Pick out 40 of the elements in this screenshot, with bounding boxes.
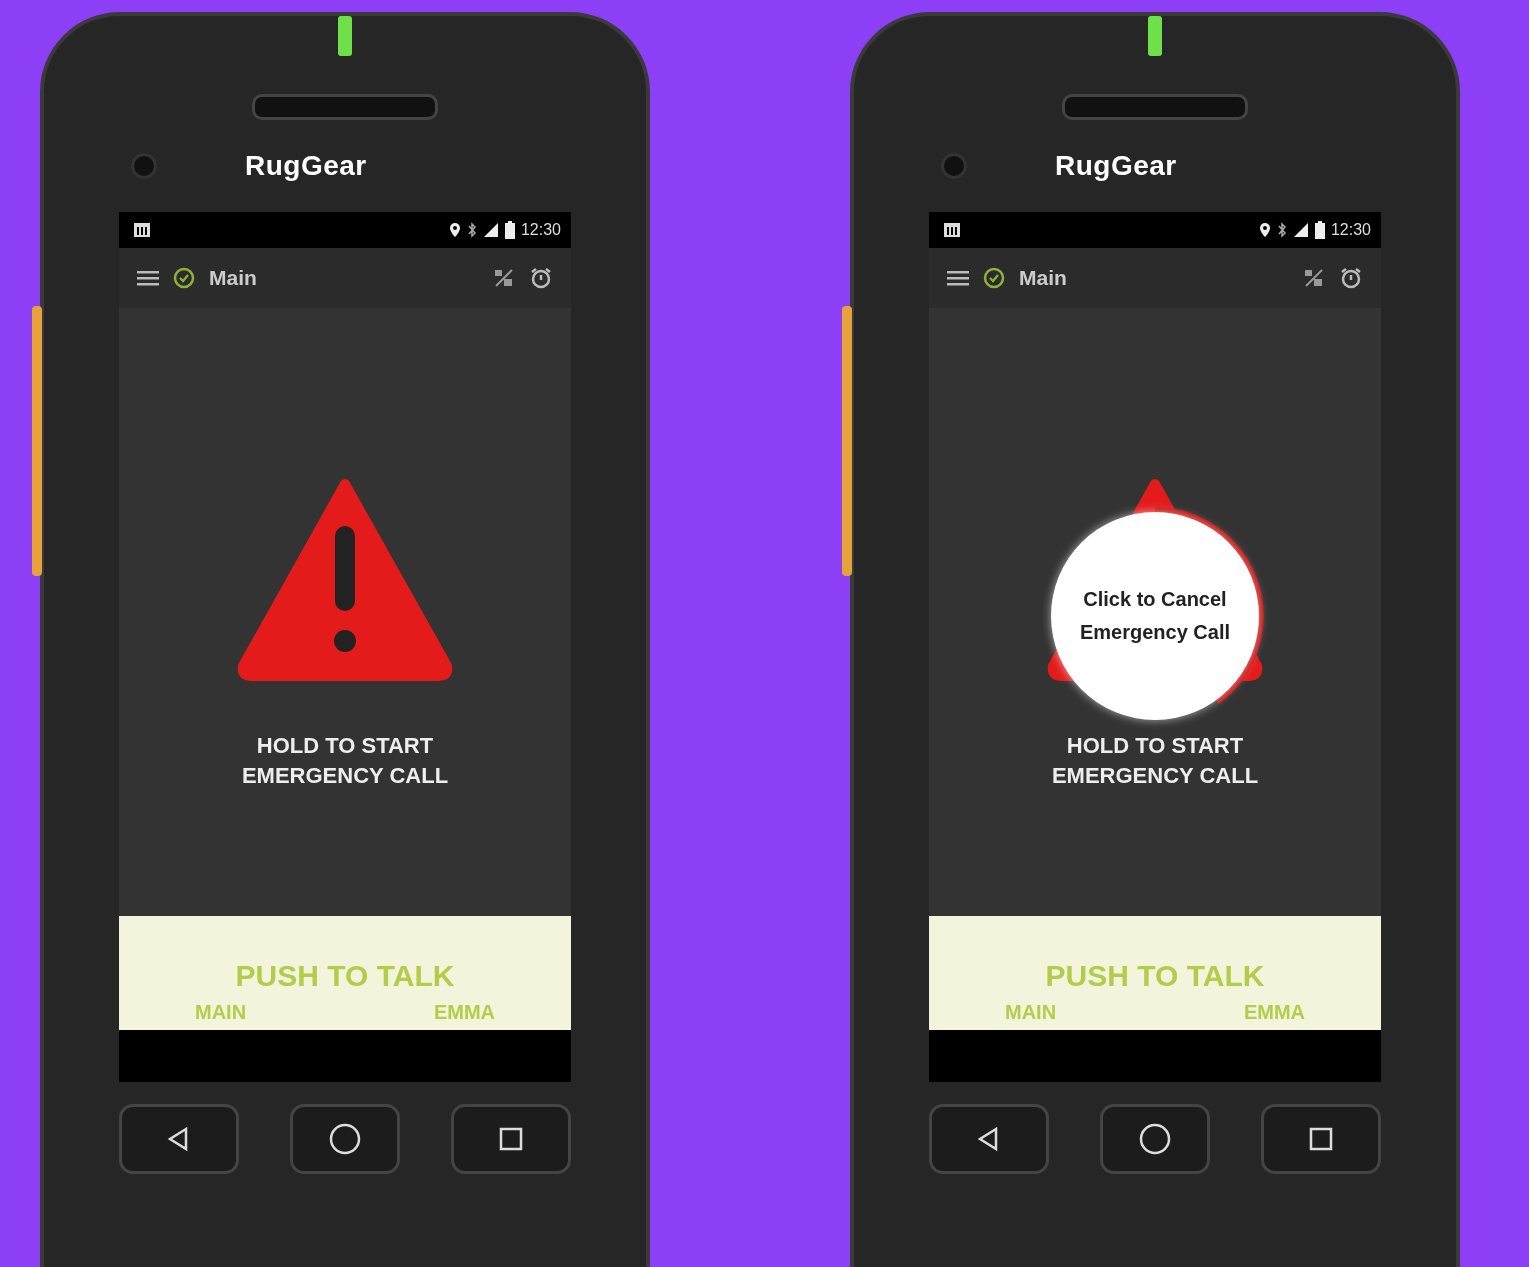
square-icon bbox=[498, 1126, 524, 1152]
square-icon bbox=[1308, 1126, 1334, 1152]
menu-icon[interactable] bbox=[137, 269, 159, 287]
bluetooth-icon bbox=[466, 222, 477, 238]
home-circle-icon bbox=[328, 1122, 362, 1156]
menu-icon[interactable] bbox=[947, 269, 969, 287]
channel-title: Main bbox=[209, 266, 257, 290]
battery-icon bbox=[504, 221, 515, 239]
home-button[interactable] bbox=[1100, 1104, 1210, 1174]
channel-title: Main bbox=[1019, 266, 1067, 290]
cancel-call-dialog[interactable]: Click to Cancel Emergency Call bbox=[1051, 512, 1259, 720]
sim-card-icon bbox=[133, 222, 151, 238]
home-button[interactable] bbox=[290, 1104, 400, 1174]
push-to-talk-button[interactable]: PUSH TO TALK MAIN EMMA bbox=[119, 916, 571, 1030]
brand-logo: RugGear bbox=[1055, 150, 1177, 182]
battery-icon bbox=[1314, 221, 1325, 239]
emergency-instruction: HOLD TO START EMERGENCY CALL bbox=[1051, 732, 1259, 790]
mute-icon[interactable] bbox=[493, 267, 515, 289]
location-pin-icon bbox=[448, 222, 461, 238]
alarm-clock-icon[interactable] bbox=[529, 266, 553, 290]
emergency-instruction: HOLD TO START EMERGENCY CALL bbox=[241, 732, 449, 790]
brand-logo: RugGear bbox=[245, 150, 367, 182]
camera-lens bbox=[941, 153, 967, 179]
location-pin-icon bbox=[1258, 222, 1271, 238]
signal-icon bbox=[482, 222, 499, 238]
status-time: 12:30 bbox=[1330, 221, 1371, 239]
push-to-talk-button[interactable]: PUSH TO TALK MAIN EMMA bbox=[929, 916, 1381, 1030]
alarm-clock-icon[interactable] bbox=[1339, 266, 1363, 290]
sim-card-icon bbox=[943, 222, 961, 238]
status-led bbox=[338, 16, 352, 56]
shield-check-icon bbox=[173, 267, 195, 289]
status-led bbox=[1148, 16, 1162, 56]
status-time: 12:30 bbox=[520, 221, 561, 239]
mute-icon[interactable] bbox=[1303, 267, 1325, 289]
camera-lens bbox=[131, 153, 157, 179]
home-circle-icon bbox=[1138, 1122, 1172, 1156]
bluetooth-icon bbox=[1276, 222, 1287, 238]
signal-icon bbox=[1292, 222, 1309, 238]
warning-triangle-icon[interactable] bbox=[235, 476, 455, 681]
shield-check-icon bbox=[983, 267, 1005, 289]
